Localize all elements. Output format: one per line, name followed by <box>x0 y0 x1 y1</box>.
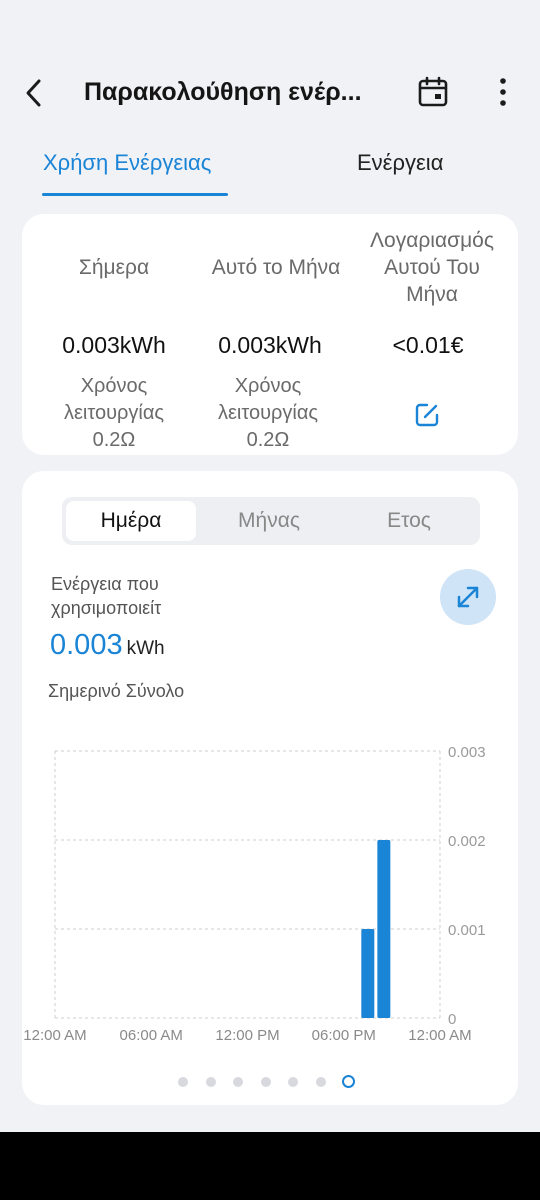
tab-bar: Χρήση Ενέργειας Ενέργεια <box>0 150 540 200</box>
x-tick-label: 06:00 AM <box>120 1027 183 1044</box>
y-tick-label: 0.002 <box>448 833 486 850</box>
today-column: Σήμερα <box>22 254 206 281</box>
bill-column: Λογαριασμός Αυτού Του Μήνα <box>342 227 522 308</box>
edit-icon <box>415 403 439 427</box>
x-tick-label: 12:00 PM <box>215 1027 279 1044</box>
calendar-button[interactable] <box>416 75 450 109</box>
month-runtime-label-2: λειτουργίας <box>217 402 319 424</box>
month-column: Αυτό το Μήνα <box>186 254 366 281</box>
tab-energy-usage[interactable]: Χρήση Ενέργειας <box>43 150 211 176</box>
chart-bar <box>361 929 375 1018</box>
more-options-button[interactable] <box>490 75 516 109</box>
bill-label-line1: Λογαριασμός <box>370 229 494 252</box>
today-label: Σήμερα <box>78 256 150 279</box>
pager-dot[interactable] <box>288 1077 298 1087</box>
pager-dot[interactable] <box>260 1077 271 1087</box>
bill-label-line3: Μήνα <box>406 283 458 306</box>
usage-bar-chart: 0.0030.0020.001012:00 AM 06:00 AM 12:00 PM… <box>23 744 486 1044</box>
x-tick-label: 12:00 AM <box>408 1027 471 1044</box>
month-runtime-label-1: Χρόνος <box>234 375 302 397</box>
chevron-left-icon <box>26 79 41 107</box>
x-tick-label: 06:00 PM <box>312 1027 376 1044</box>
y-tick-label: 0.003 <box>448 744 486 761</box>
pager-dot[interactable] <box>315 1077 326 1087</box>
pager-dot[interactable] <box>233 1077 243 1087</box>
y-tick-label: 0.001 <box>448 922 486 939</box>
month-value: 0.003kWh <box>218 332 322 358</box>
pager-dot[interactable] <box>178 1077 188 1087</box>
month-runtime: Χρόνος λειτουργίας 0.2Ω <box>178 373 358 454</box>
bill-value: <0.01€ <box>392 332 464 358</box>
pager-dot[interactable] <box>205 1077 216 1087</box>
system-navigation-bar <box>0 1132 540 1200</box>
y-tick-label: 0 <box>448 1011 456 1028</box>
summary-card: Σήμερα Αυτό το Μήνα Λογαριασμός Αυτού Το… <box>22 214 518 455</box>
bill-label-line2: Αυτού Του <box>384 256 480 279</box>
top-bar: Παρακολούθηση ενέρ... <box>0 60 540 130</box>
chart-bar <box>377 840 391 1018</box>
pager-dot[interactable] <box>342 1075 355 1088</box>
calendar-icon <box>418 76 448 107</box>
tab-active-indicator <box>42 193 228 196</box>
page-title: Παρακολούθηση ενέρ... <box>84 78 362 106</box>
edit-bill-button[interactable] <box>412 400 442 430</box>
usage-chart-card: Ημέρα Μήνας Ετος Ενέργεια που χρησιμοποι… <box>22 471 518 1105</box>
x-tick-label: 12:00 AM <box>23 1027 86 1044</box>
more-vertical-icon <box>500 78 506 106</box>
month-runtime-value: 0.2Ω <box>246 429 290 451</box>
month-label: Αυτό το Μήνα <box>211 256 341 279</box>
today-value: 0.003kWh <box>62 332 166 358</box>
back-button[interactable] <box>20 76 50 110</box>
tab-energy[interactable]: Ενέργεια <box>357 150 443 176</box>
